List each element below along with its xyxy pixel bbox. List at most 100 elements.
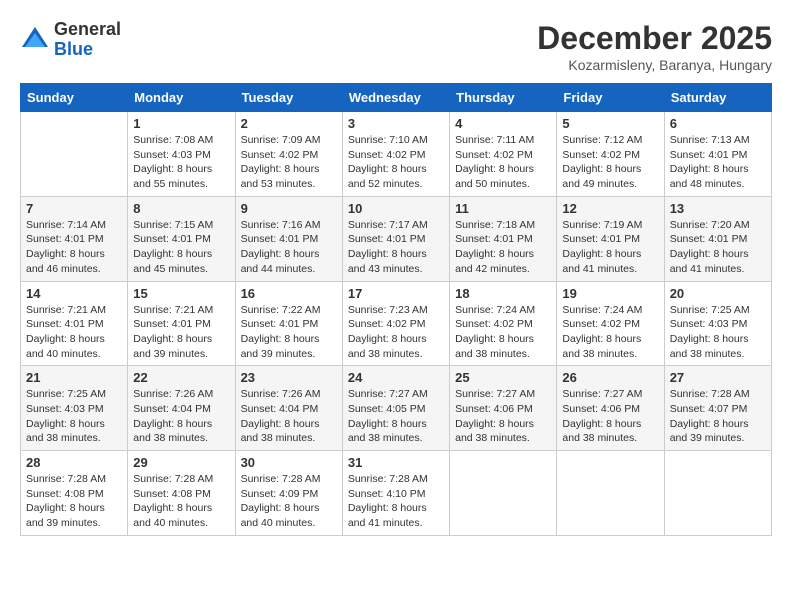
day-number: 19 xyxy=(562,286,658,301)
day-number: 5 xyxy=(562,116,658,131)
day-number: 23 xyxy=(241,370,337,385)
calendar-cell: 24Sunrise: 7:27 AMSunset: 4:05 PMDayligh… xyxy=(342,366,449,451)
day-number: 15 xyxy=(133,286,229,301)
day-info: Sunrise: 7:28 AMSunset: 4:10 PMDaylight:… xyxy=(348,472,444,531)
day-number: 11 xyxy=(455,201,551,216)
day-info: Sunrise: 7:08 AMSunset: 4:03 PMDaylight:… xyxy=(133,133,229,192)
day-number: 6 xyxy=(670,116,766,131)
calendar-header-saturday: Saturday xyxy=(664,84,771,112)
calendar-cell: 20Sunrise: 7:25 AMSunset: 4:03 PMDayligh… xyxy=(664,281,771,366)
logo-blue-text: Blue xyxy=(54,40,121,60)
day-info: Sunrise: 7:21 AMSunset: 4:01 PMDaylight:… xyxy=(133,303,229,362)
day-info: Sunrise: 7:25 AMSunset: 4:03 PMDaylight:… xyxy=(26,387,122,446)
day-number: 4 xyxy=(455,116,551,131)
day-number: 24 xyxy=(348,370,444,385)
calendar-week-row: 28 Sunrise: 7:28 AMSunset: 4:08 PMDayligh… xyxy=(21,451,772,536)
day-number: 20 xyxy=(670,286,766,301)
month-title: December 2025 xyxy=(537,20,772,57)
day-info: Sunrise: 7:22 AMSunset: 4:01 PMDaylight:… xyxy=(241,303,337,362)
calendar-cell: 8 Sunrise: 7:15 AMSunset: 4:01 PMDaylight… xyxy=(128,196,235,281)
day-info: Sunrise: 7:26 AMSunset: 4:04 PMDaylight:… xyxy=(241,387,337,446)
calendar-cell: 18Sunrise: 7:24 AMSunset: 4:02 PMDayligh… xyxy=(450,281,557,366)
day-number: 16 xyxy=(241,286,337,301)
day-number: 22 xyxy=(133,370,229,385)
calendar-cell: 29 Sunrise: 7:28 AMSunset: 4:08 PMDayligh… xyxy=(128,451,235,536)
title-block: December 2025 Kozarmisleny, Baranya, Hun… xyxy=(537,20,772,73)
day-info: Sunrise: 7:14 AMSunset: 4:01 PMDaylight:… xyxy=(26,218,122,277)
day-number: 25 xyxy=(455,370,551,385)
day-info: Sunrise: 7:16 AMSunset: 4:01 PMDaylight:… xyxy=(241,218,337,277)
calendar-cell: 17 Sunrise: 7:23 AMSunset: 4:02 PMDayligh… xyxy=(342,281,449,366)
logo: General Blue xyxy=(20,20,121,60)
day-number: 14 xyxy=(26,286,122,301)
logo-text: General Blue xyxy=(54,20,121,60)
day-number: 10 xyxy=(348,201,444,216)
calendar-cell: 15 Sunrise: 7:21 AMSunset: 4:01 PMDayligh… xyxy=(128,281,235,366)
calendar-cell: 25 Sunrise: 7:27 AMSunset: 4:06 PMDayligh… xyxy=(450,366,557,451)
calendar-cell xyxy=(557,451,664,536)
calendar-header-friday: Friday xyxy=(557,84,664,112)
day-number: 26 xyxy=(562,370,658,385)
day-number: 8 xyxy=(133,201,229,216)
calendar-cell xyxy=(21,112,128,197)
day-number: 1 xyxy=(133,116,229,131)
calendar-cell: 6 Sunrise: 7:13 AMSunset: 4:01 PMDaylight… xyxy=(664,112,771,197)
calendar-cell: 28Sunrise: 7:28 AMSunset: 4:08 PMDayligh… xyxy=(21,451,128,536)
calendar-cell: 27Sunrise: 7:28 AMSunset: 4:07 PMDayligh… xyxy=(664,366,771,451)
calendar-header-tuesday: Tuesday xyxy=(235,84,342,112)
day-number: 17 xyxy=(348,286,444,301)
calendar-cell: 5 Sunrise: 7:12 AMSunset: 4:02 PMDaylight… xyxy=(557,112,664,197)
day-info: Sunrise: 7:27 AMSunset: 4:06 PMDaylight:… xyxy=(562,387,658,446)
calendar-cell: 19 Sunrise: 7:24 AMSunset: 4:02 PMDayligh… xyxy=(557,281,664,366)
calendar-header-thursday: Thursday xyxy=(450,84,557,112)
day-info: Sunrise: 7:21 AMSunset: 4:01 PMDaylight:… xyxy=(26,303,122,362)
day-number: 29 xyxy=(133,455,229,470)
calendar-week-row: 7 Sunrise: 7:14 AMSunset: 4:01 PMDaylight… xyxy=(21,196,772,281)
day-number: 21 xyxy=(26,370,122,385)
calendar-cell: 10Sunrise: 7:17 AMSunset: 4:01 PMDayligh… xyxy=(342,196,449,281)
location-text: Kozarmisleny, Baranya, Hungary xyxy=(537,57,772,73)
page-header: General Blue December 2025 Kozarmisleny,… xyxy=(20,20,772,73)
calendar-week-row: 14 Sunrise: 7:21 AMSunset: 4:01 PMDayligh… xyxy=(21,281,772,366)
day-info: Sunrise: 7:28 AMSunset: 4:09 PMDaylight:… xyxy=(241,472,337,531)
day-number: 13 xyxy=(670,201,766,216)
calendar-cell: 23 Sunrise: 7:26 AMSunset: 4:04 PMDayligh… xyxy=(235,366,342,451)
calendar-cell: 11Sunrise: 7:18 AMSunset: 4:01 PMDayligh… xyxy=(450,196,557,281)
day-info: Sunrise: 7:09 AMSunset: 4:02 PMDaylight:… xyxy=(241,133,337,192)
day-number: 2 xyxy=(241,116,337,131)
day-info: Sunrise: 7:23 AMSunset: 4:02 PMDaylight:… xyxy=(348,303,444,362)
day-info: Sunrise: 7:11 AMSunset: 4:02 PMDaylight:… xyxy=(455,133,551,192)
calendar-cell: 31 Sunrise: 7:28 AMSunset: 4:10 PMDayligh… xyxy=(342,451,449,536)
day-number: 3 xyxy=(348,116,444,131)
calendar-cell xyxy=(450,451,557,536)
day-number: 7 xyxy=(26,201,122,216)
calendar-cell: 4 Sunrise: 7:11 AMSunset: 4:02 PMDaylight… xyxy=(450,112,557,197)
calendar-cell: 1 Sunrise: 7:08 AMSunset: 4:03 PMDaylight… xyxy=(128,112,235,197)
day-info: Sunrise: 7:28 AMSunset: 4:08 PMDaylight:… xyxy=(133,472,229,531)
calendar-cell: 26 Sunrise: 7:27 AMSunset: 4:06 PMDayligh… xyxy=(557,366,664,451)
day-info: Sunrise: 7:15 AMSunset: 4:01 PMDaylight:… xyxy=(133,218,229,277)
day-number: 12 xyxy=(562,201,658,216)
day-info: Sunrise: 7:28 AMSunset: 4:07 PMDaylight:… xyxy=(670,387,766,446)
calendar-table: SundayMondayTuesdayWednesdayThursdayFrid… xyxy=(20,83,772,536)
day-info: Sunrise: 7:12 AMSunset: 4:02 PMDaylight:… xyxy=(562,133,658,192)
calendar-header-wednesday: Wednesday xyxy=(342,84,449,112)
day-info: Sunrise: 7:26 AMSunset: 4:04 PMDaylight:… xyxy=(133,387,229,446)
day-number: 30 xyxy=(241,455,337,470)
calendar-cell: 2 Sunrise: 7:09 AMSunset: 4:02 PMDaylight… xyxy=(235,112,342,197)
day-number: 31 xyxy=(348,455,444,470)
day-info: Sunrise: 7:27 AMSunset: 4:06 PMDaylight:… xyxy=(455,387,551,446)
calendar-cell: 9 Sunrise: 7:16 AMSunset: 4:01 PMDaylight… xyxy=(235,196,342,281)
logo-icon xyxy=(20,25,50,55)
day-info: Sunrise: 7:19 AMSunset: 4:01 PMDaylight:… xyxy=(562,218,658,277)
day-info: Sunrise: 7:24 AMSunset: 4:02 PMDaylight:… xyxy=(562,303,658,362)
day-number: 9 xyxy=(241,201,337,216)
calendar-header-row: SundayMondayTuesdayWednesdayThursdayFrid… xyxy=(21,84,772,112)
day-info: Sunrise: 7:13 AMSunset: 4:01 PMDaylight:… xyxy=(670,133,766,192)
day-number: 28 xyxy=(26,455,122,470)
calendar-cell: 13Sunrise: 7:20 AMSunset: 4:01 PMDayligh… xyxy=(664,196,771,281)
calendar-cell: 3Sunrise: 7:10 AMSunset: 4:02 PMDaylight… xyxy=(342,112,449,197)
calendar-cell: 16 Sunrise: 7:22 AMSunset: 4:01 PMDayligh… xyxy=(235,281,342,366)
day-number: 18 xyxy=(455,286,551,301)
calendar-header-monday: Monday xyxy=(128,84,235,112)
